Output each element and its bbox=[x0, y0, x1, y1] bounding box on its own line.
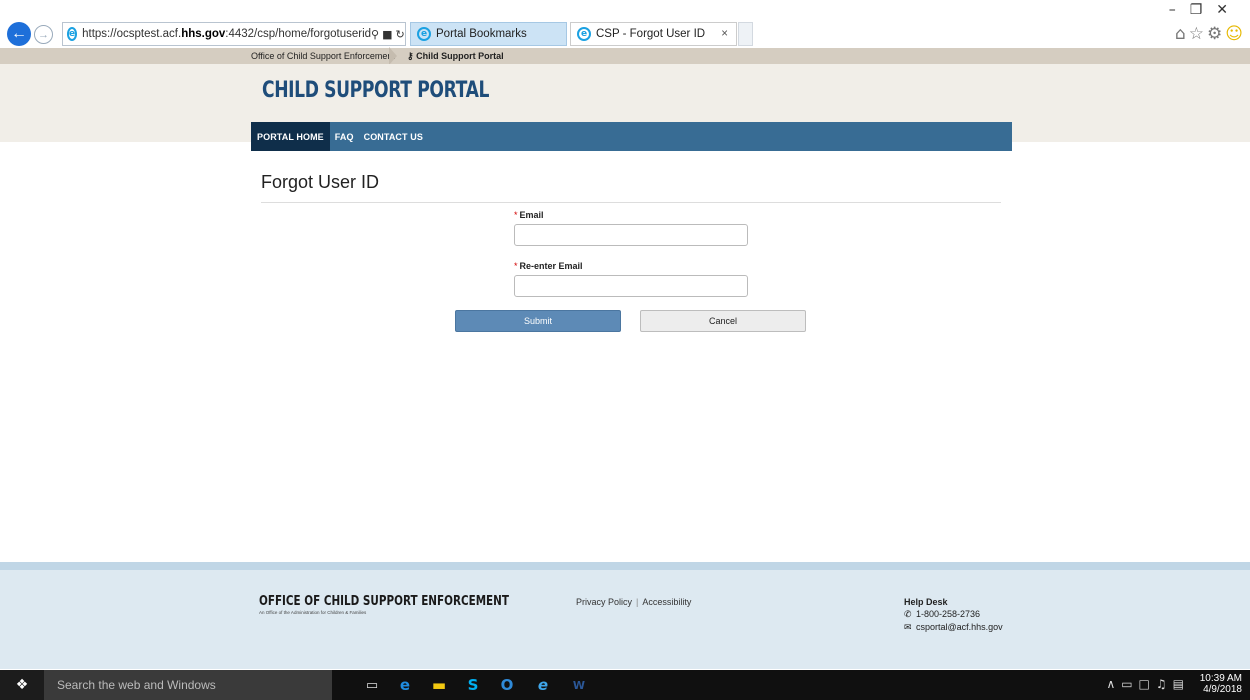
browser-chrome: ← → e https://ocsptest.acf. hhs.gov:4432/… bbox=[0, 0, 1250, 48]
help-phone: 1-800-258-2736 bbox=[916, 609, 981, 619]
forward-icon[interactable]: → bbox=[34, 25, 53, 44]
window-controls: –❐✕ bbox=[1169, 2, 1242, 18]
breadcrumb-current-label: Child Support Portal bbox=[416, 51, 504, 61]
url-host: hhs.gov bbox=[181, 28, 226, 40]
breadcrumb-current: ⚷ Child Support Portal bbox=[407, 51, 504, 62]
url-rest: :4432/csp/home/forgotuserid bbox=[225, 28, 372, 40]
nav-portal-home[interactable]: PORTAL HOME bbox=[251, 122, 330, 151]
ie-icon: e bbox=[417, 27, 431, 41]
tab-label: Portal Bookmarks bbox=[436, 28, 527, 40]
nav-faq[interactable]: FAQ bbox=[330, 122, 359, 151]
footer-org-subtitle: An Office of the Administration for Chil… bbox=[259, 610, 367, 615]
restore-icon[interactable]: ❐ bbox=[1190, 2, 1217, 18]
privacy-policy-link[interactable]: Privacy Policy bbox=[576, 597, 632, 607]
smiley-icon[interactable]: ☺ bbox=[1225, 24, 1246, 44]
windows-icon[interactable]: ❖ bbox=[0, 670, 44, 700]
required-marker: * bbox=[514, 261, 518, 271]
required-marker: * bbox=[514, 210, 518, 220]
address-bar[interactable]: e https://ocsptest.acf. hhs.gov:4432/csp/… bbox=[62, 22, 406, 46]
close-tab-icon[interactable]: × bbox=[721, 28, 728, 40]
ie-icon[interactable]: e bbox=[528, 670, 558, 700]
minimize-icon[interactable]: – bbox=[1169, 2, 1190, 18]
main-nav: PORTAL HOME FAQ CONTACT US bbox=[251, 122, 1012, 151]
email-label-text: Email bbox=[519, 210, 544, 220]
url-prefix: https://ocsptest.acf. bbox=[82, 28, 182, 40]
breadcrumb-parent[interactable]: Office of Child Support Enforcement bbox=[251, 51, 395, 61]
system-tray[interactable]: ∧▭□♫▤ bbox=[1106, 677, 1190, 691]
close-window-icon[interactable]: ✕ bbox=[1216, 2, 1242, 18]
help-email[interactable]: csportal@acf.hhs.gov bbox=[916, 622, 1003, 632]
submit-button[interactable]: Submit bbox=[455, 310, 621, 332]
reenter-email-field[interactable] bbox=[514, 275, 748, 297]
breadcrumb-separator bbox=[389, 47, 399, 65]
footer-strip bbox=[0, 562, 1250, 570]
portal-logo[interactable]: CHILD SUPPORT PORTAL bbox=[262, 78, 489, 103]
star-icon[interactable]: ☆ bbox=[1189, 24, 1207, 44]
ie-icon: e bbox=[67, 27, 78, 41]
phone-icon: ✆ bbox=[904, 610, 912, 620]
email-field[interactable] bbox=[514, 224, 748, 246]
clock-time: 10:39 AM bbox=[1199, 673, 1242, 684]
skype-icon[interactable]: S bbox=[458, 670, 488, 700]
back-icon[interactable]: ← bbox=[7, 22, 31, 46]
task-view-icon[interactable]: ▭ bbox=[357, 670, 387, 700]
refresh-icon[interactable]: ↻ bbox=[396, 28, 408, 41]
search-icon[interactable]: ⚲ bbox=[371, 28, 382, 41]
email-label: * Email bbox=[514, 210, 544, 220]
mail-icon: ✉ bbox=[904, 623, 912, 633]
help-desk-title: Help Desk bbox=[904, 597, 948, 607]
reenter-email-label: * Re-enter Email bbox=[514, 261, 583, 271]
new-tab-button[interactable] bbox=[738, 22, 753, 46]
nav-contact-us[interactable]: CONTACT US bbox=[359, 122, 428, 151]
key-icon: ⚷ bbox=[407, 51, 417, 61]
reenter-email-label-text: Re-enter Email bbox=[519, 261, 583, 271]
tab-label: CSP - Forgot User ID bbox=[596, 28, 706, 40]
accessibility-link[interactable]: Accessibility bbox=[642, 597, 691, 607]
divider bbox=[261, 202, 1001, 203]
footer-org-logo[interactable]: OFFICE OF CHILD SUPPORT ENFORCEMENT bbox=[259, 594, 509, 609]
tab-forgot-user-id[interactable]: e CSP - Forgot User ID × bbox=[570, 22, 737, 46]
clock-date: 4/9/2018 bbox=[1203, 684, 1242, 695]
footer bbox=[0, 570, 1250, 669]
gear-icon[interactable]: ⚙ bbox=[1207, 24, 1225, 44]
taskbar: ❖ Search the web and Windows ▭ e ▬ S O e… bbox=[0, 670, 1250, 700]
word-icon[interactable]: W bbox=[564, 670, 594, 700]
outlook-icon[interactable]: O bbox=[492, 670, 522, 700]
lock-icon[interactable]: ■ bbox=[382, 28, 395, 41]
link-separator: | bbox=[636, 597, 639, 607]
footer-links: Privacy Policy | Accessibility bbox=[576, 597, 691, 607]
home-icon[interactable]: ⌂ bbox=[1175, 24, 1189, 44]
breadcrumb: Office of Child Support Enforcement ⚷ Ch… bbox=[0, 47, 1250, 65]
browser-toolbar-icons: ⌂☆⚙☺ bbox=[1175, 24, 1246, 44]
file-explorer-icon[interactable]: ▬ bbox=[424, 670, 454, 700]
taskbar-search[interactable]: Search the web and Windows bbox=[44, 670, 332, 700]
help-desk: Help Desk ✆ 1-800-258-2736 ✉ csportal@acf.… bbox=[904, 596, 1003, 634]
ie-icon: e bbox=[577, 27, 591, 41]
cancel-button[interactable]: Cancel bbox=[640, 310, 806, 332]
tab-portal-bookmarks[interactable]: e Portal Bookmarks bbox=[410, 22, 567, 46]
clock[interactable]: 10:39 AM 4/9/2018 bbox=[1200, 673, 1242, 695]
page-title: Forgot User ID bbox=[261, 172, 380, 192]
edge-icon[interactable]: e bbox=[390, 670, 420, 700]
